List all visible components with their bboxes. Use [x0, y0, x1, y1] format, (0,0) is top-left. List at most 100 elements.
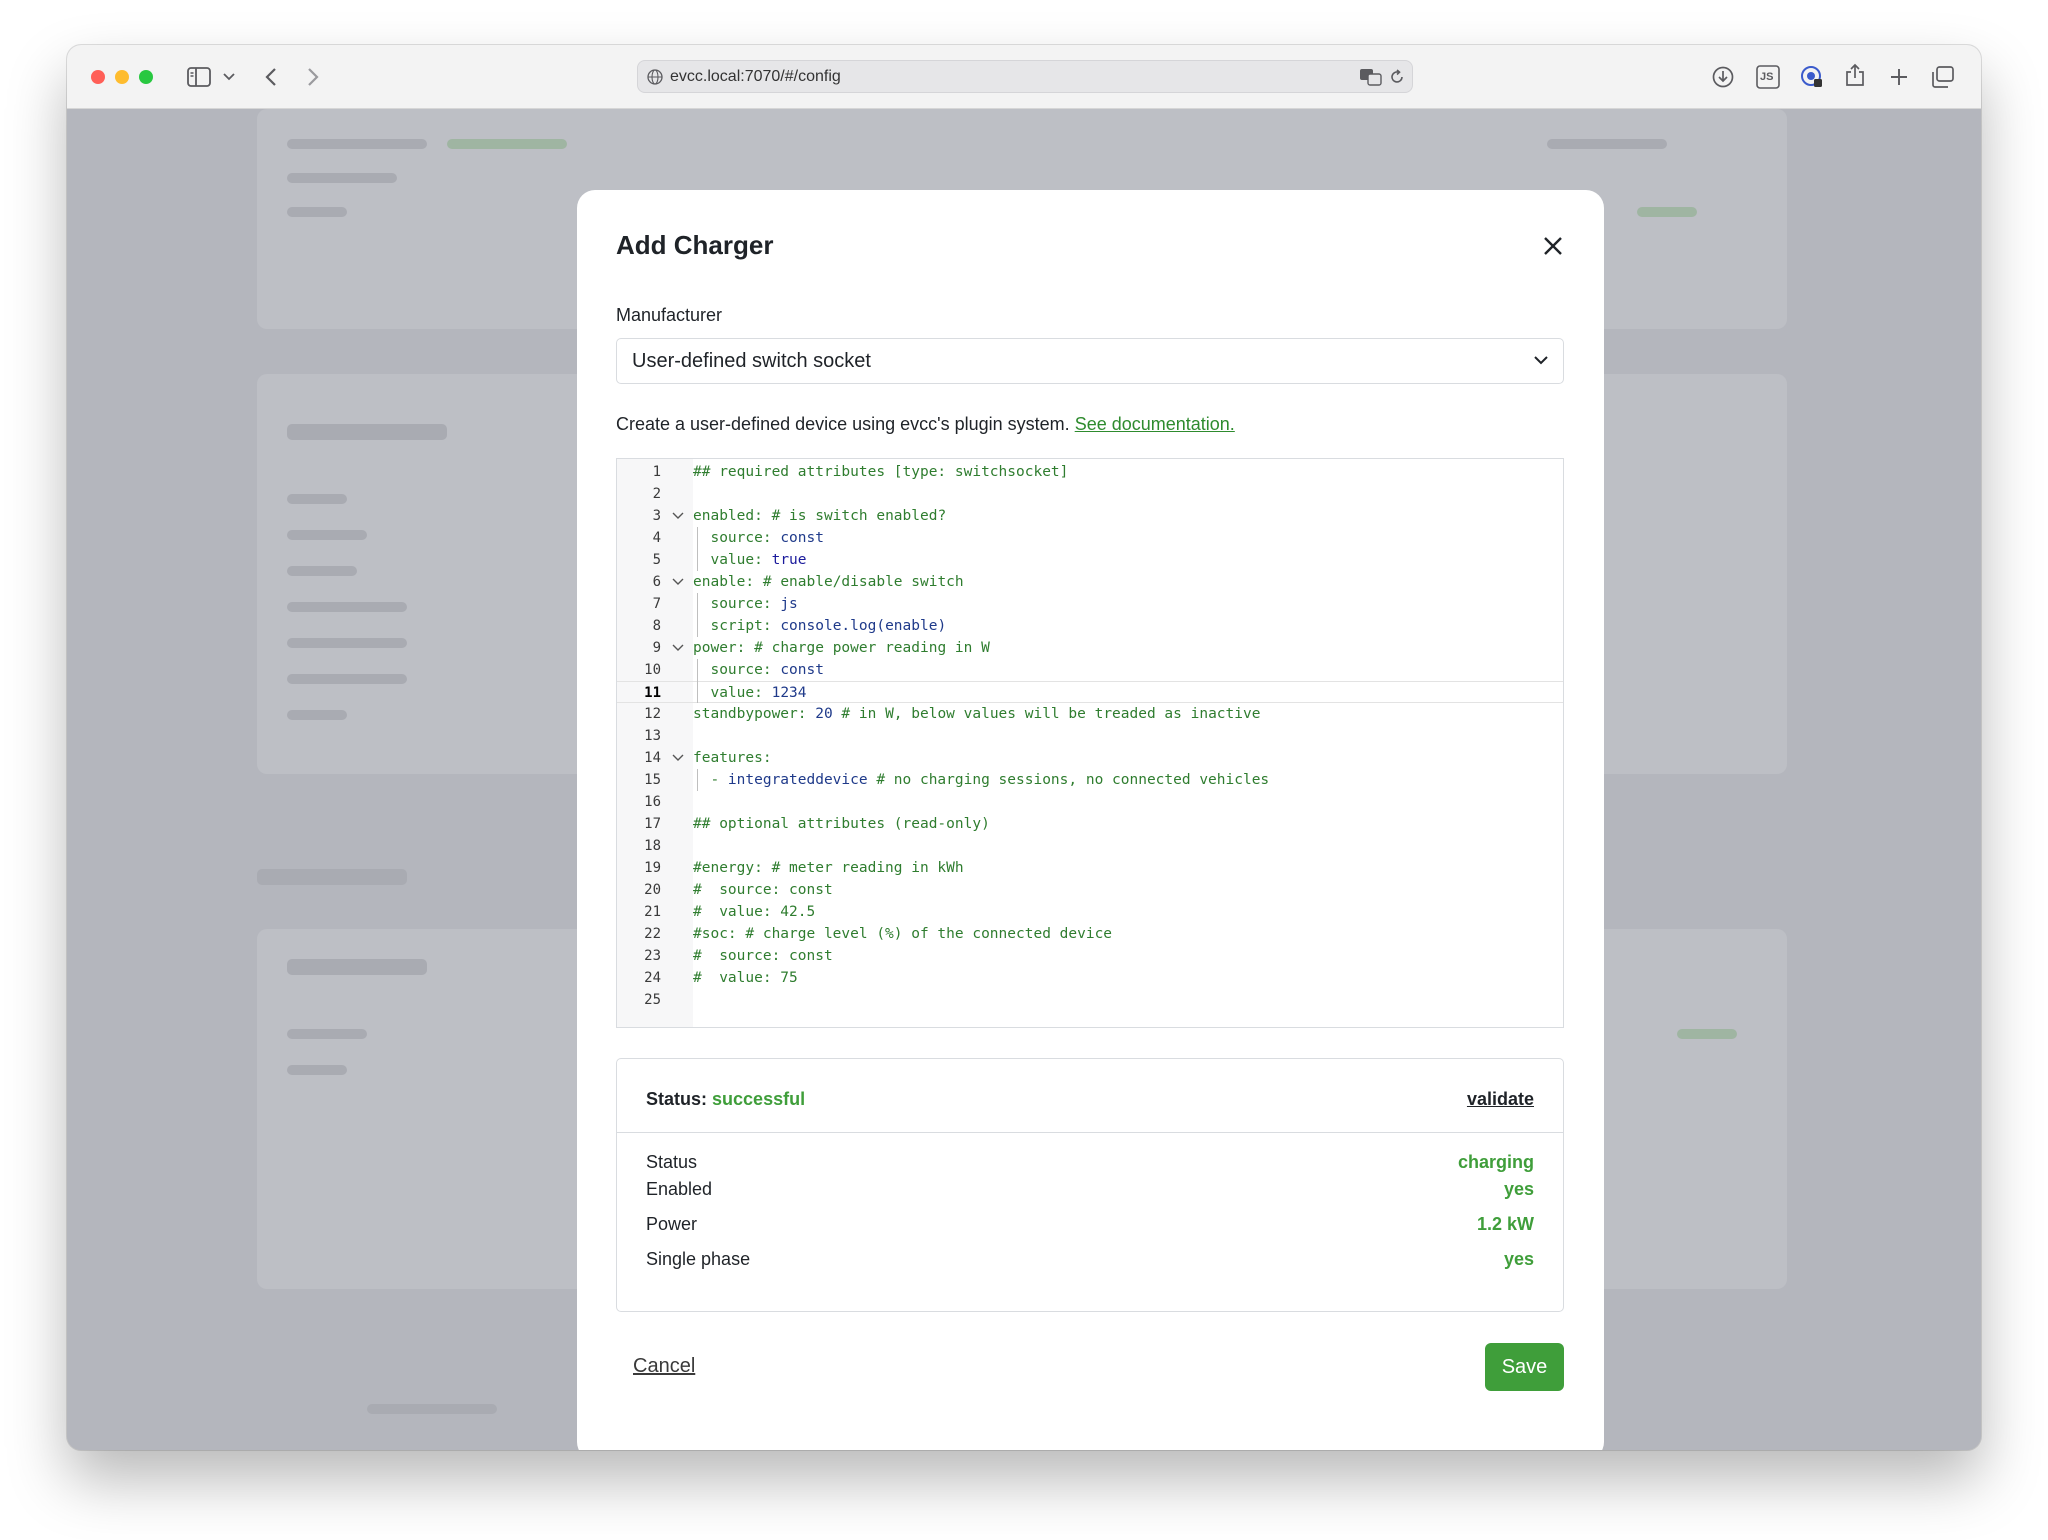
js-icon[interactable]: JS: [1754, 63, 1782, 91]
line-number: 18: [644, 838, 661, 854]
status-row: Single phase yes: [646, 1249, 1534, 1275]
code-text: # value: 75: [693, 970, 798, 986]
code-line[interactable]: 19 #energy: # meter reading in kWh: [617, 857, 1563, 879]
validate-link[interactable]: validate: [1467, 1089, 1534, 1110]
status-result: successful: [712, 1089, 806, 1109]
status-row-value: 1.2 kW: [1476, 1214, 1534, 1234]
status-row: Enabled yes: [646, 1179, 1534, 1205]
forward-icon[interactable]: [301, 63, 325, 91]
status-header: Status: successful validate: [617, 1059, 1563, 1133]
status-row: Power 1.2 kW: [646, 1214, 1534, 1240]
code-line[interactable]: 14 features:: [617, 747, 1563, 769]
code-line[interactable]: 9 power: # charge power reading in W: [617, 637, 1563, 659]
code-text: standbypower: 20 # in W, below values wi…: [693, 706, 1261, 722]
code-text: features:: [693, 750, 772, 766]
zoom-window-button[interactable]: [139, 70, 153, 84]
code-line[interactable]: 23 # source: const: [617, 945, 1563, 967]
code-text: value: 1234: [710, 685, 807, 701]
status-row-key: Single phase: [646, 1249, 751, 1269]
code-line[interactable]: 3 enabled: # is switch enabled?: [617, 505, 1563, 527]
manufacturer-select[interactable]: User-defined switch socket: [616, 338, 1564, 384]
line-number: 3: [652, 508, 661, 524]
status-row-key: Enabled: [646, 1179, 713, 1199]
code-line[interactable]: 11 value: 1234: [617, 681, 1563, 703]
line-number: 8: [652, 618, 661, 634]
line-number: 19: [644, 860, 661, 876]
js-badge-text: JS: [1760, 71, 1774, 83]
code-line[interactable]: 15 - integrateddevice # no charging sess…: [617, 769, 1563, 791]
code-line[interactable]: 7 source: js: [617, 593, 1563, 615]
line-number: 10: [644, 662, 661, 678]
status-row-value: charging: [1457, 1152, 1534, 1172]
code-text: #soc: # charge level (%) of the connecte…: [693, 926, 1113, 942]
status-heading: Status: successful: [646, 1089, 805, 1110]
line-number: 23: [644, 948, 661, 964]
add-charger-modal: Add Charger Manufacturer User-defined sw…: [577, 190, 1604, 1450]
background-footer: [367, 1404, 497, 1414]
line-number: 6: [652, 574, 661, 590]
close-icon[interactable]: [1541, 234, 1565, 258]
code-text: # value: 42.5: [693, 904, 816, 920]
code-text: value: true: [710, 552, 807, 568]
code-line[interactable]: 10 source: const: [617, 659, 1563, 681]
back-icon[interactable]: [259, 63, 283, 91]
status-row-key: Status: [646, 1152, 698, 1172]
password-icon[interactable]: [1798, 63, 1826, 91]
manufacturer-value: User-defined switch socket: [632, 350, 871, 372]
code-text: source: const: [710, 662, 824, 678]
cancel-button[interactable]: Cancel: [633, 1355, 695, 1378]
code-line[interactable]: 21 # value: 42.5: [617, 901, 1563, 923]
code-text: power: # charge power reading in W: [693, 640, 990, 656]
code-line[interactable]: 12 standbypower: 20 # in W, below values …: [617, 703, 1563, 725]
url-text[interactable]: evcc.local:7070/#/config: [670, 68, 841, 86]
code-line[interactable]: 25: [617, 989, 1563, 1011]
browser-window: evcc.local:7070/#/config JS Add Charger …: [67, 45, 1981, 1450]
line-number: 13: [644, 728, 661, 744]
reload-icon[interactable]: [1388, 68, 1406, 86]
line-number: 11: [644, 685, 661, 701]
share-icon[interactable]: [1841, 61, 1869, 89]
new-tab-icon[interactable]: [1885, 63, 1913, 91]
download-icon[interactable]: [1709, 63, 1737, 91]
line-number: 15: [644, 772, 661, 788]
line-number: 17: [644, 816, 661, 832]
chevron-down-icon[interactable]: [221, 67, 237, 87]
close-window-button[interactable]: [91, 70, 105, 84]
code-line[interactable]: 22 #soc: # charge level (%) of the connec…: [617, 923, 1563, 945]
code-line[interactable]: 13: [617, 725, 1563, 747]
line-number: 2: [652, 486, 661, 502]
globe-icon: [646, 68, 664, 86]
code-line[interactable]: 16: [617, 791, 1563, 813]
address-bar[interactable]: evcc.local:7070/#/config: [637, 60, 1413, 93]
line-number: 5: [652, 552, 661, 568]
code-line[interactable]: 2: [617, 483, 1563, 505]
minimize-window-button[interactable]: [115, 70, 129, 84]
indent-guide: [697, 659, 698, 703]
line-number: 20: [644, 882, 661, 898]
line-number: 4: [652, 530, 661, 546]
line-number: 25: [644, 992, 661, 1008]
code-line[interactable]: 20 # source: const: [617, 879, 1563, 901]
code-line[interactable]: 24 # value: 75: [617, 967, 1563, 989]
line-number: 1: [652, 464, 661, 480]
chevron-down-icon: [1533, 353, 1549, 371]
code-line[interactable]: 8 script: console.log(enable): [617, 615, 1563, 637]
documentation-link[interactable]: See documentation.: [1075, 414, 1235, 434]
code-text: ## required attributes [type: switchsock…: [693, 464, 1069, 480]
tabs-overview-icon[interactable]: [1929, 63, 1957, 91]
description-text: Create a user-defined device using evcc'…: [616, 414, 1070, 434]
code-line[interactable]: 6 enable: # enable/disable switch: [617, 571, 1563, 593]
indent-guide: [697, 527, 698, 571]
yaml-code-editor[interactable]: 1 ## required attributes [type: switchsoc…: [616, 458, 1564, 1028]
code-line[interactable]: 1 ## required attributes [type: switchsoc…: [617, 461, 1563, 483]
code-line[interactable]: 5 value: true: [617, 549, 1563, 571]
save-button[interactable]: Save: [1485, 1343, 1564, 1391]
sidebar-icon[interactable]: [185, 63, 213, 91]
code-line[interactable]: 17 ## optional attributes (read-only): [617, 813, 1563, 835]
plugin-description: Create a user-defined device using evcc'…: [616, 414, 1235, 435]
translate-icon[interactable]: [1358, 67, 1384, 87]
code-line[interactable]: 4 source: const: [617, 527, 1563, 549]
code-line[interactable]: 18: [617, 835, 1563, 857]
line-number: 21: [644, 904, 661, 920]
modal-title: Add Charger: [616, 230, 774, 260]
